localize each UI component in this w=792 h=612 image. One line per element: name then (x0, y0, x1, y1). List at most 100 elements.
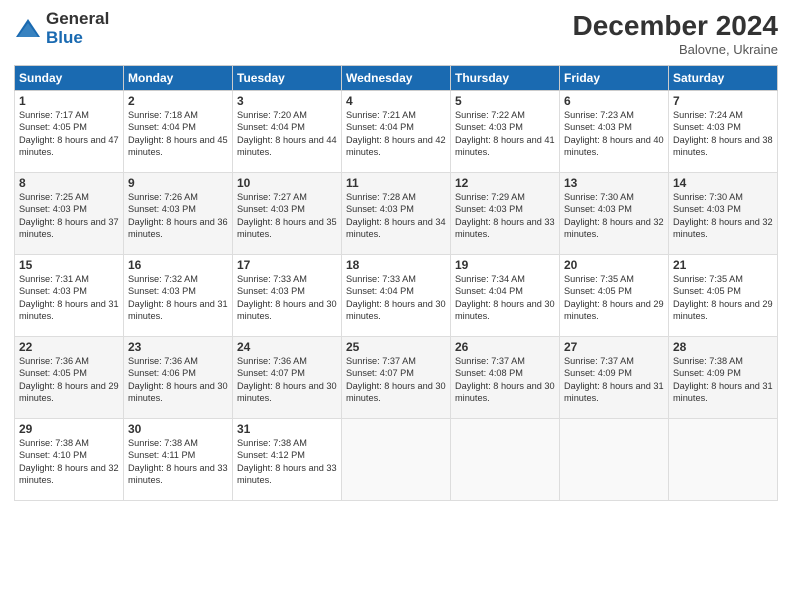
table-row: 8 Sunrise: 7:25 AMSunset: 4:03 PMDaylight… (15, 173, 124, 255)
table-row: 23 Sunrise: 7:36 AMSunset: 4:06 PMDayligh… (124, 337, 233, 419)
day-number: 25 (346, 340, 446, 354)
day-number: 15 (19, 258, 119, 272)
col-thursday: Thursday (451, 66, 560, 91)
col-saturday: Saturday (669, 66, 778, 91)
table-row: 16 Sunrise: 7:32 AMSunset: 4:03 PMDayligh… (124, 255, 233, 337)
day-number: 14 (673, 176, 773, 190)
calendar-week-row: 15 Sunrise: 7:31 AMSunset: 4:03 PMDayligh… (15, 255, 778, 337)
day-number: 23 (128, 340, 228, 354)
day-number: 16 (128, 258, 228, 272)
table-row: 4Sunrise: 7:21 AMSunset: 4:04 PMDaylight… (342, 91, 451, 173)
day-number: 31 (237, 422, 337, 436)
table-row: 20 Sunrise: 7:35 AMSunset: 4:05 PMDayligh… (560, 255, 669, 337)
header: General Blue December 2024 Balovne, Ukra… (14, 10, 778, 57)
location: Balovne, Ukraine (573, 42, 778, 57)
cell-info: Sunrise: 7:32 AMSunset: 4:03 PMDaylight:… (128, 274, 228, 321)
table-row: 31 Sunrise: 7:38 AMSunset: 4:12 PMDayligh… (233, 419, 342, 501)
cell-info: Sunrise: 7:22 AMSunset: 4:03 PMDaylight:… (455, 110, 555, 157)
cell-info: Sunrise: 7:17 AMSunset: 4:05 PMDaylight:… (19, 110, 119, 157)
cell-info: Sunrise: 7:36 AMSunset: 4:06 PMDaylight:… (128, 356, 228, 403)
table-row: 25 Sunrise: 7:37 AMSunset: 4:07 PMDayligh… (342, 337, 451, 419)
cell-info: Sunrise: 7:30 AMSunset: 4:03 PMDaylight:… (564, 192, 664, 239)
day-number: 19 (455, 258, 555, 272)
day-number: 17 (237, 258, 337, 272)
cell-info: Sunrise: 7:36 AMSunset: 4:07 PMDaylight:… (237, 356, 337, 403)
day-number: 29 (19, 422, 119, 436)
day-number: 12 (455, 176, 555, 190)
day-number: 28 (673, 340, 773, 354)
day-number: 18 (346, 258, 446, 272)
calendar-week-row: 8 Sunrise: 7:25 AMSunset: 4:03 PMDaylight… (15, 173, 778, 255)
logo-text: General Blue (46, 10, 109, 47)
month-title: December 2024 (573, 10, 778, 42)
main-container: General Blue December 2024 Balovne, Ukra… (0, 0, 792, 612)
table-row (451, 419, 560, 501)
table-row: 10Sunrise: 7:27 AMSunset: 4:03 PMDayligh… (233, 173, 342, 255)
day-number: 20 (564, 258, 664, 272)
cell-info: Sunrise: 7:35 AMSunset: 4:05 PMDaylight:… (673, 274, 773, 321)
cell-info: Sunrise: 7:20 AMSunset: 4:04 PMDaylight:… (237, 110, 337, 157)
table-row: 12 Sunrise: 7:29 AMSunset: 4:03 PMDayligh… (451, 173, 560, 255)
cell-info: Sunrise: 7:38 AMSunset: 4:11 PMDaylight:… (128, 438, 228, 485)
day-number: 10 (237, 176, 337, 190)
cell-info: Sunrise: 7:34 AMSunset: 4:04 PMDaylight:… (455, 274, 555, 321)
calendar-week-row: 1 Sunrise: 7:17 AMSunset: 4:05 PMDaylight… (15, 91, 778, 173)
table-row: 13Sunrise: 7:30 AMSunset: 4:03 PMDayligh… (560, 173, 669, 255)
day-number: 27 (564, 340, 664, 354)
table-row: 22 Sunrise: 7:36 AMSunset: 4:05 PMDayligh… (15, 337, 124, 419)
cell-info: Sunrise: 7:30 AMSunset: 4:03 PMDaylight:… (673, 192, 773, 239)
table-row: 14 Sunrise: 7:30 AMSunset: 4:03 PMDayligh… (669, 173, 778, 255)
day-number: 9 (128, 176, 228, 190)
day-number: 2 (128, 94, 228, 108)
cell-info: Sunrise: 7:35 AMSunset: 4:05 PMDaylight:… (564, 274, 664, 321)
cell-info: Sunrise: 7:37 AMSunset: 4:07 PMDaylight:… (346, 356, 446, 403)
day-number: 1 (19, 94, 119, 108)
col-sunday: Sunday (15, 66, 124, 91)
table-row (560, 419, 669, 501)
logo-general-text: General (46, 10, 109, 29)
day-number: 4 (346, 94, 446, 108)
table-row: 15 Sunrise: 7:31 AMSunset: 4:03 PMDayligh… (15, 255, 124, 337)
logo-icon (14, 15, 42, 43)
table-row: 27 Sunrise: 7:37 AMSunset: 4:09 PMDayligh… (560, 337, 669, 419)
table-row: 11Sunrise: 7:28 AMSunset: 4:03 PMDayligh… (342, 173, 451, 255)
cell-info: Sunrise: 7:23 AMSunset: 4:03 PMDaylight:… (564, 110, 664, 157)
cell-info: Sunrise: 7:25 AMSunset: 4:03 PMDaylight:… (19, 192, 119, 239)
col-friday: Friday (560, 66, 669, 91)
col-wednesday: Wednesday (342, 66, 451, 91)
calendar-week-row: 22 Sunrise: 7:36 AMSunset: 4:05 PMDayligh… (15, 337, 778, 419)
table-row: 26Sunrise: 7:37 AMSunset: 4:08 PMDayligh… (451, 337, 560, 419)
title-block: December 2024 Balovne, Ukraine (573, 10, 778, 57)
table-row: 9Sunrise: 7:26 AMSunset: 4:03 PMDaylight… (124, 173, 233, 255)
col-tuesday: Tuesday (233, 66, 342, 91)
table-row: 28 Sunrise: 7:38 AMSunset: 4:09 PMDayligh… (669, 337, 778, 419)
table-row: 5 Sunrise: 7:22 AMSunset: 4:03 PMDaylight… (451, 91, 560, 173)
day-number: 22 (19, 340, 119, 354)
logo-blue-text: Blue (46, 29, 109, 48)
table-row: 3 Sunrise: 7:20 AMSunset: 4:04 PMDaylight… (233, 91, 342, 173)
cell-info: Sunrise: 7:38 AMSunset: 4:09 PMDaylight:… (673, 356, 773, 403)
cell-info: Sunrise: 7:33 AMSunset: 4:04 PMDaylight:… (346, 274, 446, 321)
day-number: 5 (455, 94, 555, 108)
cell-info: Sunrise: 7:37 AMSunset: 4:09 PMDaylight:… (564, 356, 664, 403)
cell-info: Sunrise: 7:29 AMSunset: 4:03 PMDaylight:… (455, 192, 555, 239)
table-row: 17Sunrise: 7:33 AMSunset: 4:03 PMDayligh… (233, 255, 342, 337)
day-number: 24 (237, 340, 337, 354)
cell-info: Sunrise: 7:38 AMSunset: 4:12 PMDaylight:… (237, 438, 337, 485)
day-number: 26 (455, 340, 555, 354)
table-row (669, 419, 778, 501)
table-row: 2 Sunrise: 7:18 AMSunset: 4:04 PMDaylight… (124, 91, 233, 173)
day-number: 8 (19, 176, 119, 190)
table-row: 29Sunrise: 7:38 AMSunset: 4:10 PMDayligh… (15, 419, 124, 501)
table-row: 24 Sunrise: 7:36 AMSunset: 4:07 PMDayligh… (233, 337, 342, 419)
table-row (342, 419, 451, 501)
day-number: 3 (237, 94, 337, 108)
cell-info: Sunrise: 7:18 AMSunset: 4:04 PMDaylight:… (128, 110, 228, 157)
logo: General Blue (14, 10, 109, 47)
day-number: 6 (564, 94, 664, 108)
calendar-header-row: Sunday Monday Tuesday Wednesday Thursday… (15, 66, 778, 91)
cell-info: Sunrise: 7:24 AMSunset: 4:03 PMDaylight:… (673, 110, 773, 157)
cell-info: Sunrise: 7:31 AMSunset: 4:03 PMDaylight:… (19, 274, 119, 321)
table-row: 21Sunrise: 7:35 AMSunset: 4:05 PMDayligh… (669, 255, 778, 337)
cell-info: Sunrise: 7:36 AMSunset: 4:05 PMDaylight:… (19, 356, 119, 403)
